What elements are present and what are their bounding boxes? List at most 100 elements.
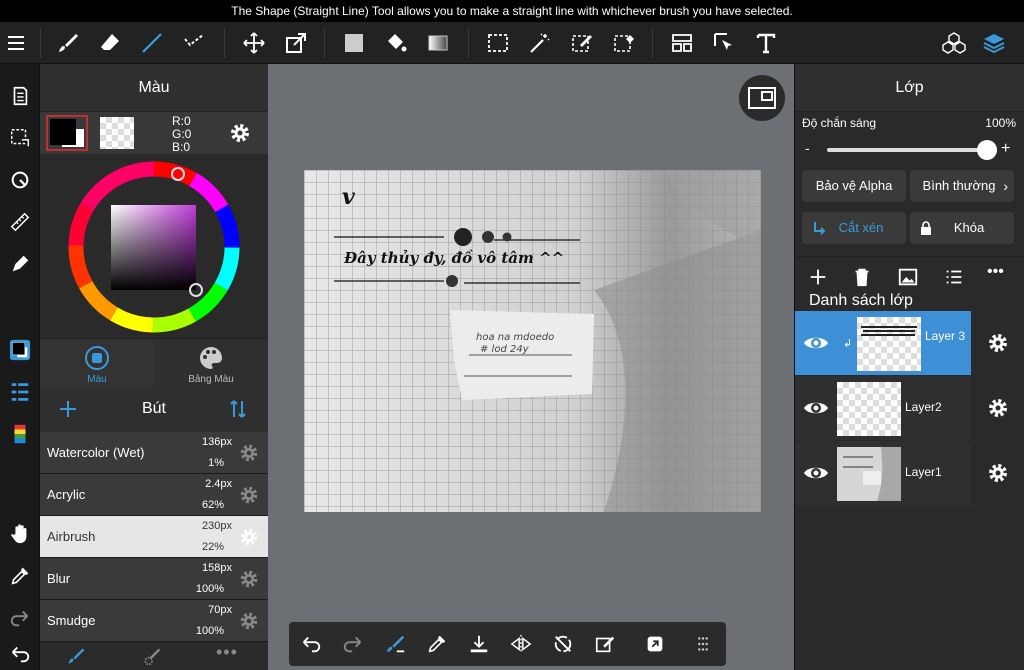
clipping-button[interactable]: Cắt xén (802, 212, 906, 244)
layer-row-2[interactable]: Layer2 (795, 376, 1024, 440)
eyedropper-icon[interactable] (421, 628, 453, 660)
gradient-tool-icon[interactable] (422, 27, 454, 59)
brush-settings-gear-icon[interactable] (238, 484, 260, 506)
line-shape-tool-icon[interactable] (136, 27, 168, 59)
opacity-increase-button[interactable]: + (1001, 140, 1010, 158)
fill-rect-tool-icon[interactable] (338, 27, 370, 59)
document-icon[interactable] (4, 80, 36, 112)
brush-opacity: 62% (201, 499, 224, 511)
brush-settings-icon[interactable] (379, 628, 411, 660)
3d-material-icon[interactable] (938, 27, 970, 59)
edit-selection-icon[interactable] (589, 628, 621, 660)
layer-settings-gear-icon[interactable] (971, 441, 1024, 505)
left-toolbar (0, 64, 40, 670)
undo-icon[interactable] (4, 638, 36, 670)
undo-icon[interactable] (295, 628, 327, 660)
lock-icon (921, 221, 931, 235)
document-canvas[interactable]: v Đây thủy đy, đồ vô tâm ^^ hoa na mdoed… (304, 170, 761, 512)
lock-button[interactable]: Khóa (910, 212, 1014, 244)
secondary-color-swatch[interactable] (100, 117, 134, 149)
rotate-canvas-icon[interactable] (4, 164, 36, 196)
layer-list-menu-icon[interactable] (943, 266, 965, 288)
brush-item-acrylic[interactable]: Acrylic 2.4px 62% (40, 474, 268, 516)
flip-horizontal-icon[interactable] (505, 628, 537, 660)
save-download-icon[interactable] (463, 628, 495, 660)
layer-settings-gear-icon[interactable] (971, 376, 1024, 440)
rotate-reset-icon[interactable] (547, 628, 579, 660)
primary-color-swatch[interactable] (46, 115, 88, 151)
brush-opacity: 22% (201, 541, 224, 553)
brush-item-smudge[interactable]: Smudge 70px 100% (40, 600, 268, 642)
layer-settings-gear-icon[interactable] (971, 311, 1024, 375)
select-pen-icon[interactable] (566, 27, 598, 59)
visibility-eye-icon[interactable] (803, 461, 829, 485)
brush-list-icon[interactable] (66, 646, 86, 666)
redo-icon[interactable] (337, 628, 369, 660)
delete-layer-icon[interactable] (851, 266, 873, 288)
brush-settings-gear-icon[interactable] (238, 442, 260, 464)
opacity-slider-track[interactable] (827, 148, 987, 152)
layers-icon[interactable] (978, 27, 1010, 59)
brush-settings-gear-icon[interactable] (238, 526, 260, 548)
bucket-tool-icon[interactable] (380, 27, 412, 59)
import-image-icon[interactable] (897, 266, 919, 288)
add-brush-icon[interactable] (56, 397, 80, 426)
color-swatches-row: R:0 G:0 B:0 (40, 112, 268, 154)
layer-list-icon[interactable] (4, 376, 36, 408)
brush-item-airbrush[interactable]: Airbrush 230px 22% (40, 516, 268, 558)
palette-icon (200, 347, 222, 369)
select-eraser-icon[interactable] (608, 27, 640, 59)
layer-row-1[interactable]: Layer1 (795, 441, 1024, 505)
color-wheel[interactable] (40, 154, 268, 338)
layer-panel: Lớp Độ chắn sáng 100% - + Bảo vệ Alpha B… (794, 64, 1024, 670)
brush-item-watercolor[interactable]: Watercolor (Wet) 136px 1% (40, 432, 268, 474)
handwriting-main: Đây thủy đy, đồ vô tâm ^^ (344, 249, 565, 267)
brush-tool-icon[interactable] (52, 27, 84, 59)
share-icon[interactable] (639, 628, 671, 660)
opacity-decrease-button[interactable]: - (805, 140, 810, 156)
select-tool-icon[interactable] (482, 27, 514, 59)
ruler-icon[interactable] (4, 206, 36, 238)
navigator-icon[interactable] (739, 75, 785, 121)
grid-menu-icon[interactable] (687, 628, 719, 660)
color-settings-gear-icon[interactable] (228, 121, 252, 150)
operation-tool-icon[interactable] (708, 27, 740, 59)
layer-more-icon[interactable]: ••• (987, 263, 1004, 281)
add-layer-icon[interactable] (807, 266, 829, 288)
frame-divider-icon[interactable] (666, 27, 698, 59)
sort-brush-icon[interactable] (226, 397, 250, 426)
color-swatch-icon[interactable] (4, 334, 36, 366)
tab-palette-label: Bảng Màu (188, 374, 234, 385)
hand-tool-icon[interactable] (4, 518, 36, 550)
palette-strip-icon[interactable] (4, 418, 36, 450)
brush-settings-gear-icon[interactable] (238, 568, 260, 590)
brush-opacity: 100% (195, 583, 224, 595)
visibility-eye-icon[interactable] (803, 396, 829, 420)
curve-tool-icon[interactable] (178, 27, 210, 59)
opacity-label: Độ chắn sáng (802, 116, 877, 130)
selection-icon[interactable] (4, 122, 36, 154)
layer-row-3[interactable]: ↲ Layer 3 (795, 311, 1024, 375)
alpha-protect-button[interactable]: Bảo vệ Alpha (802, 170, 906, 202)
redo-icon[interactable] (4, 602, 36, 634)
eraser-tool-icon[interactable] (94, 27, 126, 59)
eyedropper-icon[interactable] (4, 560, 36, 592)
blend-mode-button[interactable]: Bình thường › (910, 170, 1014, 202)
layer-name: Layer 3 (925, 329, 966, 343)
move-tool-icon[interactable] (238, 27, 270, 59)
text-tool-icon[interactable] (750, 27, 782, 59)
tab-palette[interactable]: Bảng Màu (154, 339, 268, 387)
tab-color[interactable]: Màu (40, 339, 154, 387)
visibility-eye-icon[interactable] (803, 331, 829, 355)
snap-pen-icon[interactable] (4, 248, 36, 280)
opacity-slider-handle[interactable] (977, 140, 997, 160)
more-options-icon[interactable]: ••• (216, 642, 238, 663)
menu-icon[interactable] (0, 27, 32, 59)
brush-custom-icon[interactable] (142, 646, 162, 666)
brush-settings-gear-icon[interactable] (238, 610, 260, 632)
brush-item-blur[interactable]: Blur 158px 100% (40, 558, 268, 600)
brush-name: Watercolor (Wet) (47, 445, 145, 460)
magic-wand-icon[interactable] (524, 27, 556, 59)
layer-name: Layer1 (905, 465, 942, 479)
transform-tool-icon[interactable] (280, 27, 312, 59)
